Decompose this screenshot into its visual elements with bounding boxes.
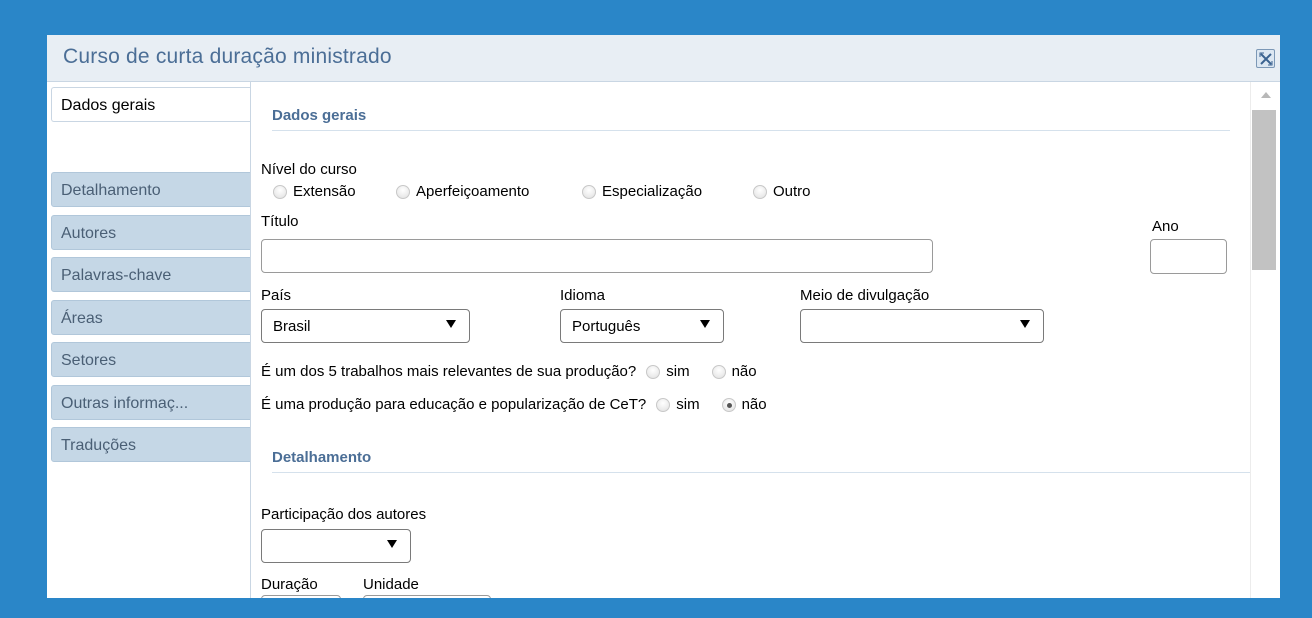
nivel-label: Nível do curso (261, 161, 357, 178)
idioma-select-value: Português (572, 318, 641, 335)
relevantes-label-sim: sim (666, 363, 690, 380)
section-divider (272, 472, 1251, 473)
titulo-label: Título (261, 213, 299, 230)
nivel-option-outro[interactable]: Outro (753, 183, 811, 200)
tab-detalhamento[interactable]: Detalhamento (51, 172, 251, 207)
form-content: Dados gerais ? Nível do curso Extensão A… (250, 82, 1280, 598)
duracao-label: Duração (261, 576, 318, 593)
dialog-titlebar: Curso de curta duração ministrado (47, 35, 1280, 82)
section-title-dados-gerais: Dados gerais (272, 107, 367, 124)
nivel-option-extensao[interactable]: Extensão (273, 183, 356, 200)
titulo-input[interactable] (261, 239, 933, 273)
ano-label: Ano (1152, 218, 1179, 235)
tab-autores[interactable]: Autores (51, 215, 251, 250)
scroll-thumb[interactable] (1252, 110, 1276, 270)
tab-outras-informacoes[interactable]: Outras informaç... (51, 385, 251, 420)
participacao-label: Participação dos autores (261, 506, 427, 523)
sidebar: Dados gerais Detalhamento Autores Palavr… (47, 82, 251, 598)
relevantes-radio-sim[interactable] (646, 364, 661, 379)
close-icon (1259, 52, 1273, 66)
nivel-label-especializacao: Especialização (602, 183, 703, 200)
nivel-radio-outro[interactable] (753, 184, 767, 199)
meio-divulgacao-label: Meio de divulgação (800, 287, 930, 304)
vertical-scrollbar[interactable] (1250, 82, 1280, 598)
unidade-label: Unidade (363, 576, 419, 593)
relevantes-label-nao: não (731, 363, 757, 380)
chevron-down-icon (1020, 320, 1030, 328)
participacao-select[interactable] (261, 529, 411, 563)
section-title-detalhamento: Detalhamento (272, 449, 372, 466)
educacao-label-nao: não (741, 396, 767, 413)
tab-dados-gerais[interactable]: Dados gerais (51, 87, 251, 122)
relevantes-question-text: É um dos 5 trabalhos mais relevantes de … (261, 363, 637, 380)
duracao-input[interactable] (261, 595, 341, 598)
chevron-down-icon (387, 540, 397, 548)
chevron-down-icon (700, 320, 710, 328)
close-button[interactable] (1256, 49, 1275, 68)
idioma-select[interactable]: Português (560, 309, 724, 343)
tab-palavras-chave[interactable]: Palavras-chave (51, 257, 251, 292)
scroll-up-arrow-icon[interactable] (1261, 92, 1271, 98)
unidade-select[interactable] (363, 595, 491, 598)
nivel-option-especializacao[interactable]: Especialização (582, 183, 702, 200)
nivel-label-aperfeicoamento: Aperfeiçoamento (416, 183, 530, 200)
pais-select[interactable]: Brasil (261, 309, 470, 343)
tab-setores[interactable]: Setores (51, 342, 251, 377)
chevron-down-icon (446, 320, 456, 328)
meio-divulgacao-select[interactable] (800, 309, 1044, 343)
nivel-label-outro: Outro (773, 183, 811, 200)
nivel-option-aperfeicoamento[interactable]: Aperfeiçoamento (396, 183, 529, 200)
educacao-question: É uma produção para educação e populariz… (261, 396, 767, 413)
pais-label: País (261, 287, 292, 304)
nivel-radio-extensao[interactable] (273, 184, 287, 199)
tab-traducoes[interactable]: Traduções (51, 427, 251, 462)
relevantes-radio-nao[interactable] (711, 364, 726, 379)
nivel-radio-especializacao[interactable] (582, 184, 596, 199)
dialog-window: Curso de curta duração ministrado Dados … (47, 35, 1280, 598)
dialog-title: Curso de curta duração ministrado (63, 45, 392, 68)
nivel-label-extensao: Extensão (293, 183, 356, 200)
educacao-question-text: É uma produção para educação e populariz… (261, 396, 647, 413)
pais-select-value: Brasil (273, 318, 311, 335)
ano-input[interactable] (1150, 239, 1227, 274)
tab-areas[interactable]: Áreas (51, 300, 251, 335)
educacao-radio-nao[interactable] (721, 397, 736, 412)
idioma-label: Idioma (560, 287, 606, 304)
section-divider (272, 130, 1230, 131)
relevantes-question: É um dos 5 trabalhos mais relevantes de … (261, 363, 757, 380)
educacao-label-sim: sim (676, 396, 700, 413)
nivel-radio-aperfeicoamento[interactable] (396, 184, 410, 199)
educacao-radio-sim[interactable] (656, 397, 671, 412)
